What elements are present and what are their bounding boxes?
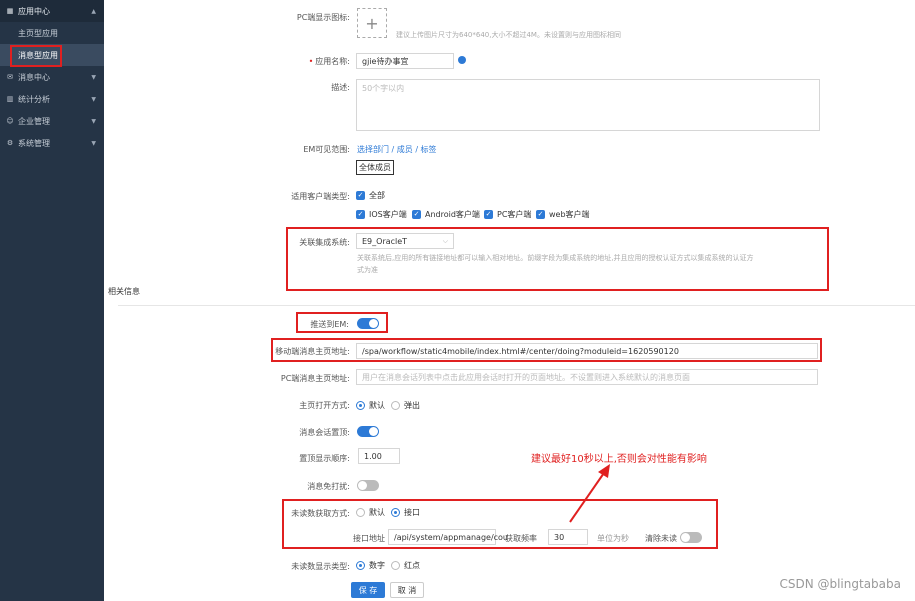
pc-icon-label: PC端显示图标: — [296, 13, 350, 22]
chart-icon: ▥ — [6, 95, 14, 103]
checkbox-web[interactable]: ✓ web客户端 — [536, 209, 590, 220]
check-icon: ✓ — [412, 210, 421, 219]
freq-input[interactable]: 30 — [548, 529, 588, 545]
clear-unread-toggle[interactable] — [680, 532, 702, 543]
nav-group-label: 企业管理 — [18, 116, 50, 126]
session-top-toggle[interactable] — [357, 426, 379, 437]
chevron-down-icon: ⌵ — [442, 236, 448, 245]
app-name-label: • 应用名称: — [308, 57, 350, 66]
linked-system-hint-2: 式为准 — [357, 266, 378, 274]
sidebar-item-label: 消息型应用 — [18, 50, 58, 60]
radio-display-dot[interactable]: 红点 — [391, 560, 420, 571]
top-order-label: 置顶显示顺序: — [299, 454, 350, 463]
grid-icon: ▦ — [6, 7, 14, 15]
no-disturb-toggle[interactable] — [357, 480, 379, 491]
cancel-button[interactable]: 取 消 — [390, 582, 424, 598]
plus-icon: + — [365, 13, 379, 33]
unread-display-label: 未读数显示类型: — [291, 562, 350, 571]
nav-group-label: 消息中心 — [18, 72, 50, 82]
radio-open-popup[interactable]: 弹出 — [391, 400, 420, 411]
unread-fetch-label: 未读数获取方式: — [291, 509, 350, 518]
em-scope-links[interactable]: 选择部门 / 成员 / 标签 — [357, 144, 437, 155]
radio-open-default[interactable]: 默认 — [356, 400, 385, 411]
radio-fetch-api[interactable]: 接口 — [391, 507, 420, 518]
freq-unit: 单位为秒 — [597, 534, 629, 543]
api-url-label: 接口地址 — [353, 534, 385, 543]
mobile-home-label: 移动端消息主页地址: — [275, 347, 350, 356]
sidebar: ▦ 应用中心 ▲ 主页型应用 消息型应用 ✉ 消息中心 ▼ ▥ 统计分析 ▼ ☺… — [0, 0, 104, 601]
nav-group-system[interactable]: ⚙ 系统管理 ▼ — [0, 132, 104, 154]
top-order-input[interactable]: 1.00 — [358, 448, 400, 464]
nav-group-label: 应用中心 — [18, 6, 50, 16]
push-em-label: 推送到EM: — [310, 320, 349, 329]
check-icon: ✓ — [356, 191, 365, 200]
check-icon: ✓ — [356, 210, 365, 219]
checkbox-android[interactable]: ✓ Android客户端 — [412, 209, 480, 220]
pc-home-input[interactable]: 用户在消息会话列表中点击此应用会话时打开的页面地址。不设置则进入系统默认的消息页… — [356, 369, 818, 385]
em-scope-label: EM可见范围: — [303, 145, 350, 154]
upload-icon-button[interactable]: + — [357, 8, 387, 38]
sidebar-item-message-apps[interactable]: 消息型应用 — [0, 44, 104, 66]
chevron-down-icon: ▼ — [91, 117, 96, 125]
nav-group-label: 统计分析 — [18, 94, 50, 104]
all-members-button[interactable]: 全体成员 — [356, 160, 394, 175]
chevron-down-icon: ▼ — [91, 73, 96, 81]
nav-group-label: 系统管理 — [18, 138, 50, 148]
radio-display-number[interactable]: 数字 — [356, 560, 385, 571]
mail-icon: ✉ — [7, 73, 13, 81]
check-icon: ✓ — [536, 210, 545, 219]
checkbox-all[interactable]: ✓ 全部 — [356, 190, 385, 201]
section-title: 相关信息 — [108, 287, 140, 296]
desc-label: 描述: — [331, 83, 350, 92]
section-divider — [118, 305, 915, 306]
nav-group-statistics[interactable]: ▥ 统计分析 ▼ — [0, 88, 104, 110]
chevron-down-icon: ▼ — [91, 95, 96, 103]
app-name-input[interactable]: gjie待办事宜 — [356, 53, 454, 69]
sidebar-item-home-apps[interactable]: 主页型应用 — [0, 22, 104, 44]
globe-icon[interactable] — [458, 56, 466, 64]
chevron-down-icon: ▼ — [91, 139, 96, 147]
linked-system-label: 关联集成系统: — [299, 238, 350, 247]
user-icon: ☺ — [6, 117, 14, 125]
check-icon: ✓ — [484, 210, 493, 219]
checkbox-pc[interactable]: ✓ PC客户端 — [484, 209, 531, 220]
no-disturb-label: 消息免打扰: — [307, 482, 350, 491]
mobile-home-input[interactable]: /spa/workflow/static4mobile/index.html#/… — [356, 343, 818, 359]
chevron-up-icon: ▲ — [91, 7, 96, 15]
freq-label: 获取频率 — [505, 534, 537, 543]
session-top-label: 消息会话置顶: — [299, 428, 350, 437]
radio-fetch-default[interactable]: 默认 — [356, 507, 385, 518]
nav-group-app-center[interactable]: ▦ 应用中心 ▲ — [0, 0, 104, 22]
open-mode-label: 主页打开方式: — [299, 401, 350, 410]
watermark: CSDN @blingtababa — [779, 577, 901, 591]
pc-home-label: PC端消息主页地址: — [280, 374, 350, 383]
pc-icon-hint: 建议上传图片尺寸为640*640,大小不超过4M。未设置则与应用图标相同 — [396, 31, 621, 39]
clear-unread-label: 清除未读 — [645, 534, 677, 543]
linked-system-select[interactable]: E9_OracleT ⌵ — [356, 233, 454, 249]
api-url-input[interactable]: /api/system/appmanage/cou — [388, 529, 508, 545]
linked-system-hint: 关联系统后,应用的所有链接地址都可以输入相对地址。前缀字段为集成系统的地址,并且… — [357, 254, 754, 262]
push-em-toggle[interactable] — [357, 318, 379, 329]
save-button[interactable]: 保 存 — [351, 582, 385, 598]
checkbox-ios[interactable]: ✓ IOS客户端 — [356, 209, 407, 220]
nav-group-message-center[interactable]: ✉ 消息中心 ▼ — [0, 66, 104, 88]
linked-system-value: E9_OracleT — [362, 236, 408, 246]
annotation-arrow-icon — [569, 464, 610, 523]
nav-group-enterprise[interactable]: ☺ 企业管理 ▼ — [0, 110, 104, 132]
desc-textarea[interactable]: 50个字以内 — [356, 79, 820, 131]
sidebar-item-label: 主页型应用 — [18, 28, 58, 38]
gear-icon: ⚙ — [6, 139, 14, 147]
client-types-label: 适用客户端类型: — [291, 192, 350, 201]
